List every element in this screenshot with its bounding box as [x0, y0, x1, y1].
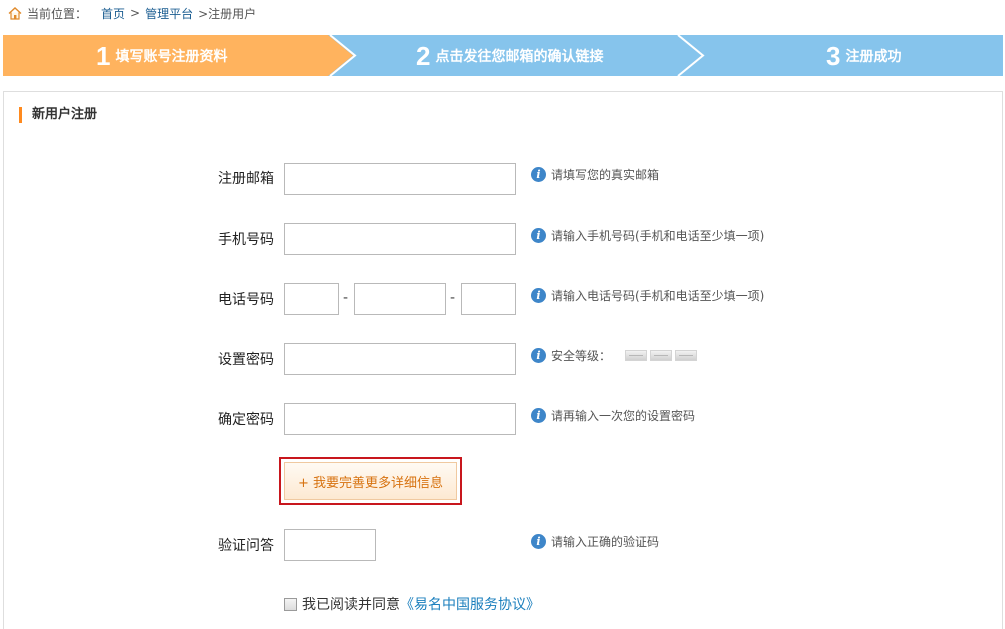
step-1: 1 填写账号注册资料: [96, 35, 227, 76]
mobile-hint-text: 请输入手机号码(手机和电话至少填一项): [551, 229, 765, 243]
phone-dash: -: [450, 290, 456, 306]
captcha-field[interactable]: [284, 529, 376, 561]
password-strength-label: 安全等级：: [551, 349, 612, 363]
step-3-number: 3: [826, 40, 841, 71]
step-1-label: 填写账号注册资料: [115, 48, 228, 65]
breadcrumb-separator: >: [130, 6, 141, 20]
mobile-field[interactable]: [284, 223, 516, 255]
step-2-number: 2: [416, 40, 431, 71]
more-details-button[interactable]: + 我要完善更多详细信息: [284, 462, 457, 500]
breadcrumb: 当前位置： 首页 > 管理平台 >注册用户: [8, 4, 256, 22]
step-2-label: 点击发往您邮箱的确认链接: [435, 48, 604, 65]
breadcrumb-link-admin[interactable]: 管理平台: [145, 5, 193, 22]
captcha-label: 验证问答: [218, 538, 274, 554]
agreement-text: 我已阅读并同意: [302, 597, 400, 613]
breadcrumb-prefix: 当前位置：: [27, 6, 88, 21]
info-icon: i: [531, 167, 546, 182]
confirm-password-hint: i 请再输入一次您的设置密码: [531, 407, 695, 424]
info-icon: i: [531, 408, 546, 423]
mobile-label: 手机号码: [218, 232, 274, 248]
step-3-label: 注册成功: [845, 48, 902, 65]
strength-bar: [675, 350, 698, 361]
info-icon: i: [531, 534, 546, 549]
email-field[interactable]: [284, 163, 516, 195]
registration-steps: 1 填写账号注册资料 2 点击发往您邮箱的确认链接 3 注册成功: [3, 35, 1003, 76]
strength-bar: [650, 350, 673, 361]
mobile-hint: i 请输入手机号码(手机和电话至少填一项): [531, 227, 764, 244]
phone-label: 电话号码: [218, 292, 274, 308]
home-icon: [8, 6, 22, 20]
info-icon: i: [531, 228, 546, 243]
phone-dash: -: [343, 290, 349, 306]
password-strength-meter: [625, 350, 700, 361]
phone-number-field[interactable]: [354, 283, 446, 315]
email-hint: i 请填写您的真实邮箱: [531, 166, 659, 183]
agreement-row: 我已阅读并同意 《易名中国服务协议》: [284, 594, 540, 614]
phone-hint-text: 请输入电话号码(手机和电话至少填一项): [551, 289, 765, 303]
breadcrumb-link-home[interactable]: 首页: [101, 5, 125, 22]
strength-bar: [625, 350, 648, 361]
agreement-checkbox[interactable]: [284, 597, 297, 611]
email-label: 注册邮箱: [218, 171, 274, 187]
captcha-hint: i 请输入正确的验证码: [531, 533, 659, 550]
info-icon: i: [531, 288, 546, 303]
step-2: 2 点击发往您邮箱的确认链接: [416, 35, 603, 76]
confirm-password-field[interactable]: [284, 403, 516, 435]
email-hint-text: 请填写您的真实邮箱: [551, 168, 660, 182]
panel-title: 新用户注册: [19, 107, 97, 123]
breadcrumb-current: >注册用户: [198, 6, 257, 21]
phone-hint: i 请输入电话号码(手机和电话至少填一项): [531, 287, 764, 304]
phone-extension-field[interactable]: [461, 283, 516, 315]
captcha-hint-text: 请输入正确的验证码: [551, 535, 660, 549]
confirm-password-label: 确定密码: [218, 412, 274, 428]
step-3: 3 注册成功: [826, 35, 901, 76]
password-label: 设置密码: [218, 352, 274, 368]
info-icon: i: [531, 348, 546, 363]
phone-area-code-field[interactable]: [284, 283, 339, 315]
password-field[interactable]: [284, 343, 516, 375]
confirm-password-hint-text: 请再输入一次您的设置密码: [551, 409, 696, 423]
step-1-number: 1: [96, 40, 111, 71]
highlight-box: + 我要完善更多详细信息: [279, 457, 462, 505]
service-agreement-link[interactable]: 《易名中国服务协议》: [400, 594, 540, 614]
password-hint: i 安全等级：: [531, 347, 700, 364]
